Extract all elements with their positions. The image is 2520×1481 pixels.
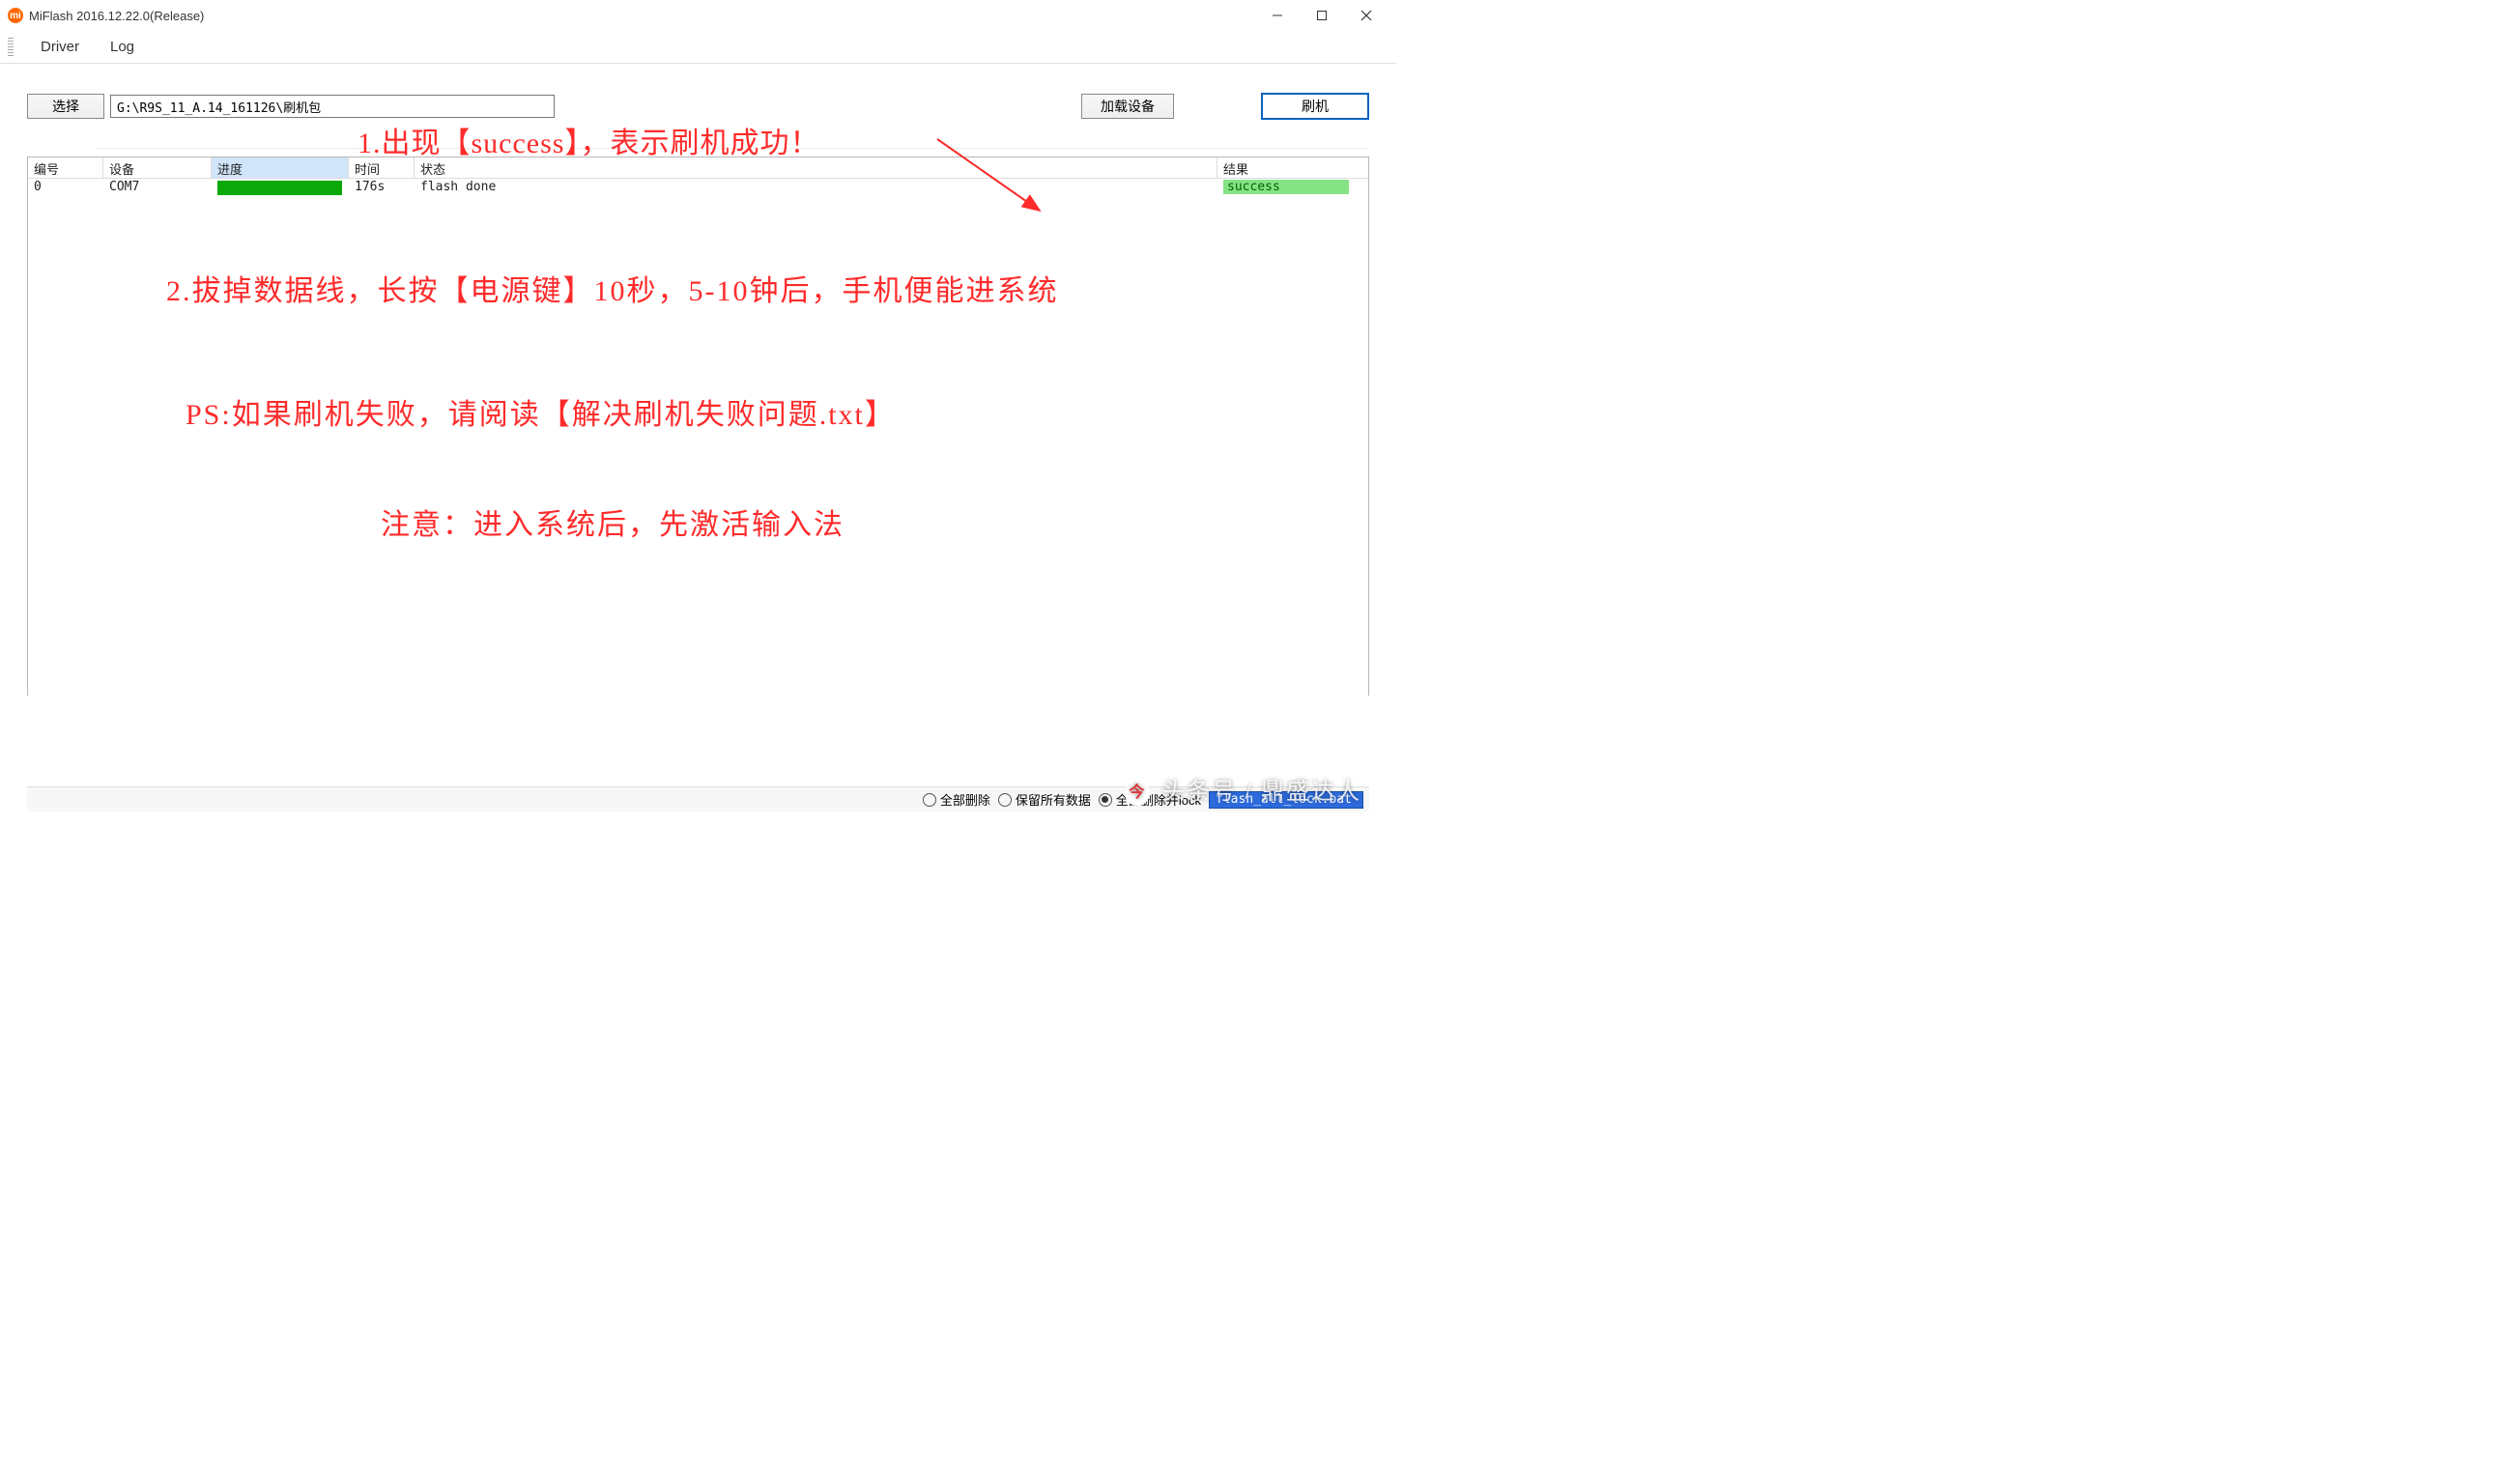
status-bar: 全部删除 保留所有数据 全部删除并lock flash_all_lock.bat: [27, 786, 1369, 812]
select-button[interactable]: 选择: [27, 94, 104, 119]
table-row[interactable]: 0 COM7 176s flash done success: [28, 179, 1368, 198]
app-window: mi MiFlash 2016.12.22.0(Release) Driver …: [0, 0, 1396, 812]
flash-button[interactable]: 刷机: [1261, 93, 1369, 120]
titlebar: mi MiFlash 2016.12.22.0(Release): [0, 0, 1396, 31]
col-header-status[interactable]: 状态: [415, 157, 1217, 178]
editor-caret-bar: [95, 129, 1369, 149]
maximize-button[interactable]: [1300, 2, 1344, 29]
radio-icon: [923, 793, 936, 807]
col-header-device[interactable]: 设备: [103, 157, 212, 178]
toolbar: 选择 加载设备 刷机: [0, 64, 1396, 129]
window-title: MiFlash 2016.12.22.0(Release): [29, 9, 1255, 23]
radio-label: 全部删除: [940, 790, 990, 809]
arrow-icon: [933, 133, 1049, 230]
radio-label: 保留所有数据: [1016, 790, 1091, 809]
radio-icon: [998, 793, 1012, 807]
cell-index: 0: [28, 179, 103, 198]
list-header: 编号 设备 进度 时间 状态 结果: [28, 157, 1368, 179]
radio-clean-all-and-lock[interactable]: 全部删除并lock: [1099, 790, 1201, 809]
device-list: 编号 设备 进度 时间 状态 结果 0 COM7 176s flash done…: [27, 157, 1369, 696]
col-header-index[interactable]: 编号: [28, 157, 103, 178]
radio-icon: [1099, 793, 1112, 807]
menu-driver[interactable]: Driver: [25, 35, 95, 59]
success-badge: success: [1223, 180, 1349, 194]
col-header-time[interactable]: 时间: [349, 157, 415, 178]
flash-script-field[interactable]: flash_all_lock.bat: [1209, 791, 1363, 809]
radio-save-user-data[interactable]: 保留所有数据: [998, 790, 1091, 809]
window-controls: [1255, 2, 1389, 29]
col-header-progress[interactable]: 进度: [212, 157, 349, 178]
cell-time: 176s: [349, 179, 415, 198]
cell-status: flash done: [415, 179, 1217, 198]
minimize-button[interactable]: [1255, 2, 1300, 29]
path-input[interactable]: [110, 95, 555, 118]
app-icon: mi: [8, 8, 23, 23]
menu-log[interactable]: Log: [95, 35, 150, 59]
close-button[interactable]: [1344, 2, 1389, 29]
col-header-result[interactable]: 结果: [1217, 157, 1368, 178]
cell-progress: [212, 179, 349, 198]
radio-clean-all[interactable]: 全部删除: [923, 790, 990, 809]
progress-bar-icon: [217, 181, 342, 195]
cell-result: success: [1217, 179, 1368, 198]
menubar: Driver Log: [0, 31, 1396, 64]
load-devices-button[interactable]: 加载设备: [1081, 94, 1174, 119]
cell-device: COM7: [103, 179, 212, 198]
menubar-grip-icon: [8, 38, 14, 57]
radio-label: 全部删除并lock: [1116, 790, 1201, 809]
